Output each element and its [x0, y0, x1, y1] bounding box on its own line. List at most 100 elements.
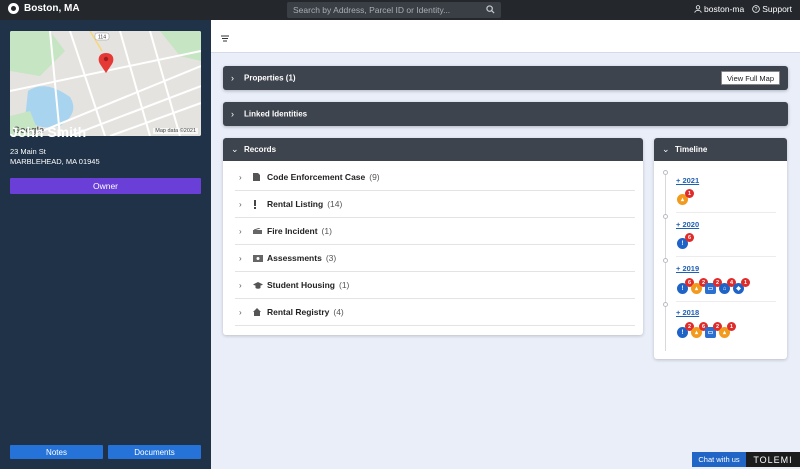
user-name: boston-ma — [704, 4, 745, 14]
owner-name: John Smith — [10, 124, 87, 140]
notes-button[interactable]: Notes — [10, 445, 103, 459]
record-count: (1) — [339, 280, 350, 290]
records-title: Records — [244, 145, 277, 154]
timeline-event-doc[interactable]: ▭ 2 — [705, 278, 722, 294]
toolbar — [211, 20, 800, 53]
record-row-code-enforcement[interactable]: › Code Enforcement Case (9) — [235, 164, 635, 191]
search-input[interactable] — [287, 2, 477, 18]
chat-button[interactable]: Chat with us — [692, 452, 746, 467]
linked-identities-section[interactable]: › Linked Identities — [223, 102, 788, 126]
record-count: (4) — [333, 307, 344, 317]
graduation-cap-icon — [253, 281, 265, 289]
chevron-right-icon: › — [231, 109, 234, 119]
brand-logo: TOLEMI — [746, 452, 800, 467]
user-menu[interactable]: boston-ma — [694, 4, 744, 14]
record-name: Code Enforcement Case — [267, 172, 366, 182]
fire-icon: ▴ — [722, 330, 726, 336]
timeline-year-2019[interactable]: + 2019 — [676, 264, 699, 273]
search-icon[interactable] — [486, 5, 495, 17]
count-badge: 1 — [727, 322, 736, 331]
fire-icon: ▴ — [694, 330, 698, 336]
properties-section[interactable]: › Properties (1) View Full Map — [223, 66, 788, 90]
address-line-1: 23 Main St — [10, 147, 46, 156]
chevron-down-icon: ⌄ — [231, 144, 239, 154]
timeline-event-blue[interactable]: ! 6 — [677, 233, 694, 249]
timeline-year-2020[interactable]: + 2020 — [676, 220, 699, 229]
timeline-separator — [676, 212, 776, 213]
record-row-rental-listing[interactable]: › Rental Listing (14) — [235, 191, 635, 218]
timeline-event-blue[interactable]: ! 2 — [677, 322, 694, 338]
chevron-down-icon: ⌄ — [662, 144, 670, 154]
money-icon: ▭ — [707, 286, 714, 292]
record-row-rental-registry[interactable]: › Rental Registry (4) — [235, 299, 635, 326]
timeline-separator — [676, 256, 776, 257]
fire-truck-icon — [253, 227, 265, 235]
records-header[interactable]: ⌄ Records — [223, 138, 643, 161]
documents-button[interactable]: Documents — [108, 445, 201, 459]
timeline-event-cap[interactable]: ◆ 1 — [733, 278, 750, 294]
help-icon: ? — [752, 5, 760, 13]
exclamation-icon — [253, 199, 265, 209]
chevron-right-icon: › — [231, 73, 234, 83]
location-map[interactable]: 114 Google Map data ©2021 — [10, 31, 201, 136]
record-name: Rental Registry — [267, 307, 330, 317]
city-name: Boston, MA — [24, 3, 80, 14]
timeline-header[interactable]: ⌄ Timeline — [654, 138, 787, 161]
timeline-event-blue[interactable]: ! 6 — [677, 278, 694, 294]
timeline-event-orange[interactable]: ▴ 2 — [691, 278, 708, 294]
timeline-dot — [663, 170, 668, 175]
money-icon — [253, 254, 265, 262]
record-count: (1) — [321, 226, 332, 236]
graduation-cap-icon: ◆ — [736, 286, 741, 292]
properties-label: Properties (1) — [244, 73, 296, 83]
record-count: (14) — [327, 199, 343, 209]
count-badge: 1 — [741, 278, 750, 287]
user-icon — [694, 5, 702, 13]
view-full-map-button[interactable]: View Full Map — [721, 71, 780, 85]
chevron-right-icon: › — [239, 253, 242, 263]
search-box — [287, 2, 501, 18]
owner-role-button[interactable]: Owner — [10, 178, 201, 194]
timeline-separator — [676, 301, 776, 302]
count-badge: 1 — [685, 189, 694, 198]
filter-list-icon[interactable] — [221, 33, 229, 45]
timeline-event-orange[interactable]: ▴ 6 — [691, 322, 708, 338]
timeline-dot — [663, 258, 668, 263]
chevron-right-icon: › — [239, 199, 242, 209]
record-row-fire-incident[interactable]: › Fire Incident (1) — [235, 218, 635, 245]
timeline-event-orange[interactable]: ▴ 1 — [719, 322, 736, 338]
address-line-2: MARBLEHEAD, MA 01945 — [10, 157, 100, 166]
chevron-right-icon: › — [239, 172, 242, 182]
timeline-event-home[interactable]: ⌂ 4 — [719, 278, 736, 294]
count-badge: 6 — [685, 233, 694, 242]
timeline-event-doc[interactable]: ▭ 2 — [705, 322, 722, 338]
record-row-assessments[interactable]: › Assessments (3) — [235, 245, 635, 272]
map-attribution: Map data ©2021 — [153, 128, 198, 134]
svg-text:114: 114 — [98, 35, 106, 41]
money-icon: ▭ — [707, 330, 714, 336]
timeline-card: ⌄ Timeline + 2021 ▴ 1 + 2020 ! 6 + 2019 ! 6… — [654, 138, 787, 359]
document-icon — [253, 173, 265, 181]
exclamation-icon: ! — [681, 240, 684, 247]
record-count: (9) — [369, 172, 380, 182]
home-icon: ⌂ — [722, 285, 727, 292]
timeline-year-2018[interactable]: + 2018 — [676, 308, 699, 317]
linked-identities-label: Linked Identities — [244, 109, 308, 119]
fire-icon: ▴ — [694, 286, 698, 292]
timeline-dot — [663, 214, 668, 219]
support-link[interactable]: ? Support — [752, 4, 792, 14]
city-selector[interactable]: Boston, MA — [8, 3, 80, 14]
home-icon — [253, 308, 265, 316]
chevron-right-icon: › — [239, 280, 242, 290]
chevron-right-icon: › — [239, 307, 242, 317]
sidebar: 114 Google Map data ©2021 John Smith 23 … — [0, 20, 211, 469]
fire-icon: ▴ — [680, 197, 684, 203]
record-row-student-housing[interactable]: › Student Housing (1) — [235, 272, 635, 299]
record-name: Student Housing — [267, 280, 335, 290]
support-label: Support — [762, 4, 792, 14]
record-name: Rental Listing — [267, 199, 324, 209]
timeline-event-orange[interactable]: ▴ 1 — [677, 189, 694, 205]
timeline-year-2021[interactable]: + 2021 — [676, 176, 699, 185]
records-card: ⌄ Records › Code Enforcement Case (9) › … — [223, 138, 643, 335]
city-logo-icon — [8, 3, 19, 14]
